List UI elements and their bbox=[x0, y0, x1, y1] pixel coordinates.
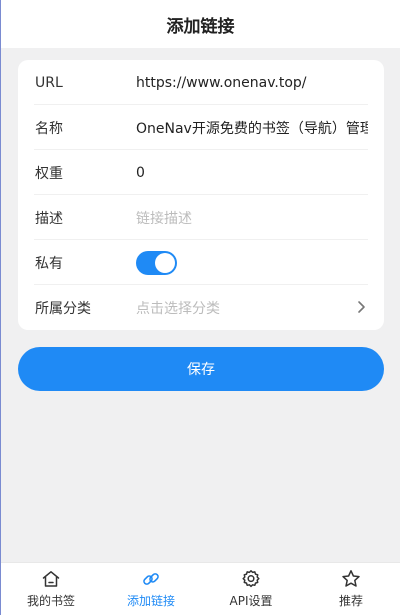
star-icon bbox=[342, 570, 360, 587]
tab-recommend-label: 推荐 bbox=[338, 594, 363, 608]
private-toggle[interactable] bbox=[136, 250, 177, 275]
category-label: 所属分类 bbox=[35, 300, 91, 317]
url-input[interactable]: https://www.onenav.top/ bbox=[136, 75, 368, 91]
tab-add-link[interactable]: 添加链接 bbox=[101, 563, 201, 615]
page-title: 添加链接 bbox=[166, 16, 235, 37]
link-icon bbox=[143, 573, 159, 585]
url-row[interactable]: URL https://www.onenav.top/ bbox=[18, 60, 384, 105]
bottom-tabbar: 我的书签 添加链接 API设置 推荐 bbox=[1, 562, 400, 615]
top-header: 添加链接 bbox=[1, 0, 400, 48]
description-input[interactable]: 链接描述 bbox=[136, 208, 368, 228]
description-label: 描述 bbox=[35, 210, 63, 227]
tab-api-settings[interactable]: API设置 bbox=[201, 563, 301, 615]
tab-add-link-label: 添加链接 bbox=[126, 594, 175, 608]
weight-row[interactable]: 权重 0 bbox=[18, 150, 384, 195]
description-row[interactable]: 描述 链接描述 bbox=[18, 195, 384, 240]
category-select[interactable]: 点击选择分类 bbox=[136, 298, 368, 318]
weight-input[interactable]: 0 bbox=[136, 165, 368, 181]
toggle-knob bbox=[155, 252, 175, 273]
private-label: 私有 bbox=[35, 255, 63, 272]
gear-icon bbox=[242, 570, 260, 588]
category-row[interactable]: 所属分类 点击选择分类 bbox=[18, 285, 384, 330]
tab-my-bookmarks-label: 我的书签 bbox=[26, 594, 75, 608]
private-row: 私有 bbox=[18, 240, 384, 285]
tab-my-bookmarks[interactable]: 我的书签 bbox=[1, 563, 101, 615]
tab-recommend[interactable]: 推荐 bbox=[301, 563, 400, 615]
chevron-right-icon bbox=[358, 301, 365, 313]
url-label: URL bbox=[35, 74, 63, 91]
name-label: 名称 bbox=[35, 120, 63, 137]
tab-api-settings-label: API设置 bbox=[229, 594, 273, 608]
home-icon bbox=[42, 571, 60, 587]
weight-label: 权重 bbox=[35, 165, 63, 182]
save-button[interactable]: 保存 bbox=[18, 347, 384, 391]
app-screen: 添加链接 URL https://www.onenav.top/ 名称 OneN… bbox=[0, 0, 400, 615]
name-row[interactable]: 名称 OneNav开源免费的书签（导航）管理 bbox=[18, 105, 384, 150]
add-link-form: URL https://www.onenav.top/ 名称 OneNav开源免… bbox=[18, 60, 384, 330]
name-input[interactable]: OneNav开源免费的书签（导航）管理 bbox=[136, 118, 368, 138]
